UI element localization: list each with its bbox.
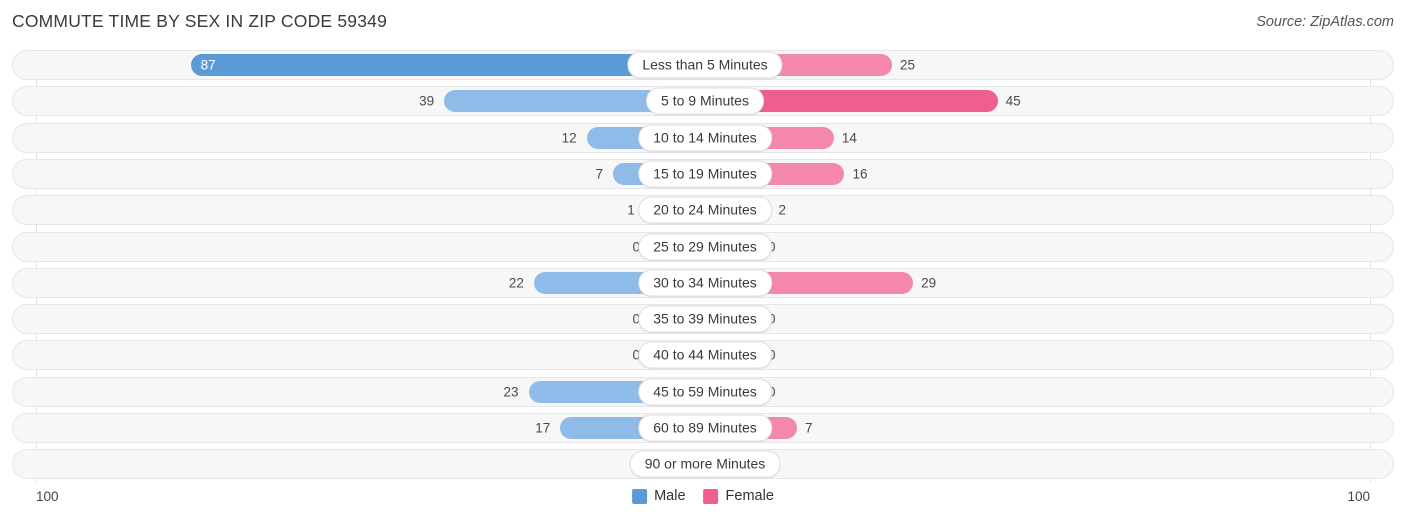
- chart-row: 0090 or more Minutes: [12, 449, 1394, 480]
- category-label: 25 to 29 Minutes: [638, 233, 772, 260]
- chart-row: 39 45 5 to 9 Minutes: [12, 86, 1394, 117]
- category-label: 60 to 89 Minutes: [638, 414, 772, 442]
- category-label: 40 to 44 Minutes: [638, 341, 772, 369]
- chart-row: 12 14 10 to 14 Minutes: [12, 122, 1394, 153]
- chart-row: 23045 to 59 Minutes: [12, 376, 1394, 407]
- diverging-bar-chart: 87 25 Less than 5 Minutes 39 45 5 to 9 Minute…: [0, 44, 1406, 482]
- legend-label: Male: [654, 488, 686, 504]
- value-label-male: 1: [627, 202, 635, 218]
- value-label-male: 7: [595, 166, 604, 182]
- chart-row: 87 25 Less than 5 Minutes: [12, 50, 1394, 80]
- value-label-female: 16: [852, 166, 868, 182]
- chart-header: COMMUTE TIME BY SEX IN ZIP CODE 59349 So…: [0, 0, 1406, 44]
- value-label-female: 7: [804, 420, 813, 436]
- page-title: COMMUTE TIME BY SEX IN ZIP CODE 59349: [12, 11, 388, 31]
- value-label-female: 45: [1005, 93, 1021, 109]
- legend-label: Female: [725, 488, 774, 504]
- legend-item-female[interactable]: Female: [703, 488, 774, 504]
- axis-left-end-label: 100: [36, 489, 59, 504]
- value-label-male: 23: [503, 384, 519, 400]
- chart-row: 0035 to 39 Minutes: [12, 304, 1394, 335]
- chart-row: 0040 to 44 Minutes: [12, 340, 1394, 371]
- category-label: Less than 5 Minutes: [627, 51, 783, 79]
- category-label: 15 to 19 Minutes: [638, 160, 772, 188]
- category-label: 35 to 39 Minutes: [638, 305, 772, 333]
- chart-footer: 100 100 Male Female: [0, 482, 1406, 523]
- value-label-male: 39: [419, 93, 435, 109]
- chart-legend: Male Female: [632, 488, 774, 504]
- value-label-female: 2: [778, 202, 787, 218]
- legend-item-male[interactable]: Male: [632, 488, 686, 504]
- chart-row: 1 2 20 to 24 Minutes: [12, 195, 1394, 226]
- chart-row: 0025 to 29 Minutes: [12, 231, 1394, 262]
- category-label: 5 to 9 Minutes: [646, 87, 764, 115]
- value-label-male: 22: [508, 275, 524, 291]
- value-label-female: 29: [921, 275, 937, 291]
- legend-swatch-icon: [632, 488, 648, 504]
- category-label: 45 to 59 Minutes: [638, 378, 772, 406]
- legend-swatch-icon: [703, 488, 719, 504]
- value-label-female: 14: [841, 130, 857, 146]
- category-label: 20 to 24 Minutes: [638, 196, 772, 224]
- category-label: 90 or more Minutes: [629, 450, 781, 478]
- category-label: 30 to 34 Minutes: [638, 269, 772, 297]
- value-label-male: 12: [561, 130, 577, 146]
- axis-right-end-label: 100: [1347, 489, 1370, 504]
- chart-row: 17 7 60 to 89 Minutes: [12, 413, 1394, 443]
- source-attribution: Source: ZipAtlas.com: [1256, 14, 1394, 30]
- value-label-male: 87: [200, 57, 216, 73]
- chart-row: 7 16 15 to 19 Minutes: [12, 158, 1394, 189]
- category-label: 10 to 14 Minutes: [638, 124, 772, 152]
- value-label-male: 17: [535, 420, 551, 436]
- value-label-female: 25: [900, 57, 916, 73]
- chart-row: 22 29 30 to 34 Minutes: [12, 267, 1394, 298]
